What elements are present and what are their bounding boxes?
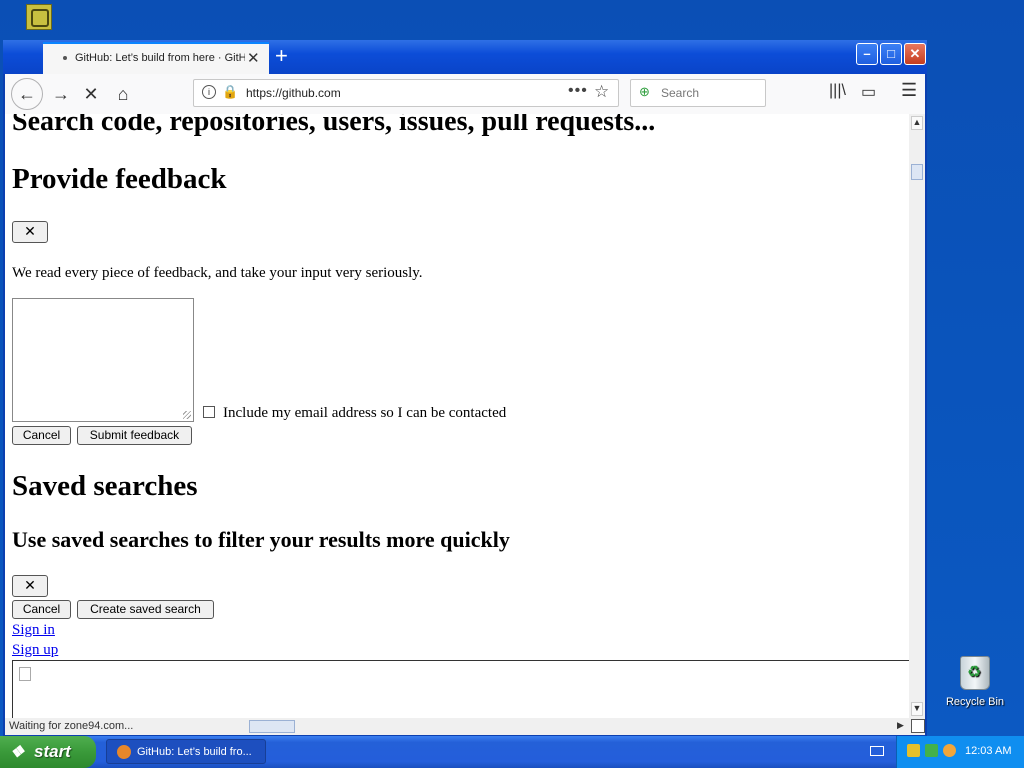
firefox-icon bbox=[117, 745, 131, 759]
page-content: Search code, repositories, users, issues… bbox=[5, 114, 909, 718]
feedback-close-button[interactable]: ✕ bbox=[12, 221, 48, 243]
submit-feedback-button[interactable]: Submit feedback bbox=[77, 426, 192, 445]
saved-search-cancel-button[interactable]: Cancel bbox=[12, 600, 71, 619]
taskbar: ❖ start GitHub: Let’s build fro... 12:03… bbox=[0, 736, 1024, 768]
feedback-heading: Provide feedback bbox=[12, 163, 227, 195]
saved-searches-close-button[interactable]: ✕ bbox=[12, 575, 48, 597]
close-window-button[interactable]: ✕ bbox=[904, 43, 926, 65]
search-heading: Search code, repositories, users, issues… bbox=[12, 114, 656, 137]
forward-button[interactable]: → bbox=[47, 80, 75, 108]
menu-icon[interactable]: ☰ bbox=[901, 80, 917, 101]
page-actions-icon[interactable]: ••• bbox=[568, 82, 588, 100]
scroll-right-icon[interactable]: ▶ bbox=[897, 720, 904, 731]
recycle-bin-label: Recycle Bin bbox=[945, 696, 1005, 708]
saved-searches-heading: Saved searches bbox=[12, 470, 198, 502]
saved-searches-subheading: Use saved searches to filter your result… bbox=[12, 527, 510, 552]
security-shield-icon[interactable] bbox=[907, 744, 920, 757]
address-bar[interactable]: i 🔒 https://github.com ••• ☆ bbox=[193, 79, 619, 107]
tab-loading-icon bbox=[63, 56, 67, 60]
back-button[interactable]: ← bbox=[11, 78, 43, 110]
desktop-shortcut-icon[interactable] bbox=[26, 4, 52, 30]
status-bar: Waiting for zone94.com... ▶ bbox=[5, 718, 925, 735]
search-input[interactable]: ⊕ Search bbox=[630, 79, 766, 107]
start-button[interactable]: ❖ start bbox=[0, 736, 96, 768]
keyboard-icon[interactable] bbox=[870, 746, 884, 756]
tab-github[interactable]: GitHub: Let’s build from here · GitHub ✕ bbox=[43, 42, 269, 74]
vertical-scrollbar[interactable]: ▲ ▼ bbox=[909, 114, 925, 718]
stop-button[interactable]: ✕ bbox=[77, 80, 105, 108]
sign-in-link[interactable]: Sign in bbox=[12, 622, 55, 639]
home-button[interactable]: ⌂ bbox=[109, 80, 137, 108]
windows-logo-icon: ❖ bbox=[10, 744, 25, 761]
library-icon[interactable]: |||\ bbox=[829, 82, 846, 100]
url-text[interactable]: https://github.com bbox=[246, 86, 341, 100]
taskbar-item-firefox[interactable]: GitHub: Let’s build fro... bbox=[106, 739, 266, 764]
horizontal-scroll-thumb[interactable] bbox=[249, 720, 295, 733]
scroll-up-icon[interactable]: ▲ bbox=[911, 116, 923, 130]
broken-image-icon bbox=[19, 667, 31, 681]
taskbar-item-title: GitHub: Let’s build fro... bbox=[137, 746, 252, 758]
sidebar-icon[interactable]: ▭ bbox=[861, 82, 876, 102]
scroll-down-icon[interactable]: ▼ bbox=[911, 702, 923, 716]
search-icon: ⊕ bbox=[639, 84, 650, 99]
nav-toolbar: ← → ✕ ⌂ i 🔒 https://github.com ••• ☆ ⊕ S… bbox=[5, 74, 925, 115]
status-text: Waiting for zone94.com... bbox=[9, 720, 134, 732]
maximize-button[interactable]: □ bbox=[880, 43, 902, 65]
bookmark-star-icon[interactable]: ☆ bbox=[594, 82, 609, 102]
minimize-button[interactable]: – bbox=[856, 43, 878, 65]
horizontal-scrollbar[interactable]: ▶ bbox=[249, 720, 909, 733]
recycle-bin[interactable]: Recycle Bin bbox=[944, 656, 1006, 708]
sign-up-link[interactable]: Sign up bbox=[12, 642, 58, 659]
info-icon[interactable]: i bbox=[202, 85, 216, 99]
include-email-checkbox[interactable] bbox=[203, 406, 215, 418]
new-tab-button[interactable]: + bbox=[275, 43, 288, 69]
search-placeholder: Search bbox=[661, 86, 700, 100]
tab-close-icon[interactable]: ✕ bbox=[247, 49, 260, 67]
include-email-label[interactable]: Include my email address so I can be con… bbox=[223, 405, 506, 422]
feedback-textarea[interactable] bbox=[12, 298, 194, 422]
vertical-scroll-thumb[interactable] bbox=[911, 164, 923, 180]
title-bar: GitHub: Let’s build from here · GitHub ✕… bbox=[3, 40, 927, 74]
create-saved-search-button[interactable]: Create saved search bbox=[77, 600, 214, 619]
network-icon[interactable] bbox=[925, 744, 938, 757]
feedback-description: We read every piece of feedback, and tak… bbox=[12, 265, 423, 281]
system-tray: 12:03 AM bbox=[896, 736, 1024, 768]
broken-image-frame bbox=[12, 660, 909, 718]
lock-warning-icon[interactable]: 🔒 bbox=[222, 84, 238, 100]
start-label: start bbox=[34, 742, 71, 761]
magnifier-icon[interactable] bbox=[943, 744, 956, 757]
recycle-bin-icon[interactable] bbox=[960, 656, 990, 690]
feedback-cancel-button[interactable]: Cancel bbox=[12, 426, 71, 445]
browser-window: GitHub: Let’s build from here · GitHub ✕… bbox=[3, 40, 927, 737]
clock: 12:03 AM bbox=[965, 745, 1012, 757]
scroll-corner bbox=[911, 719, 925, 733]
tab-title: GitHub: Let’s build from here · GitHub bbox=[75, 52, 245, 64]
